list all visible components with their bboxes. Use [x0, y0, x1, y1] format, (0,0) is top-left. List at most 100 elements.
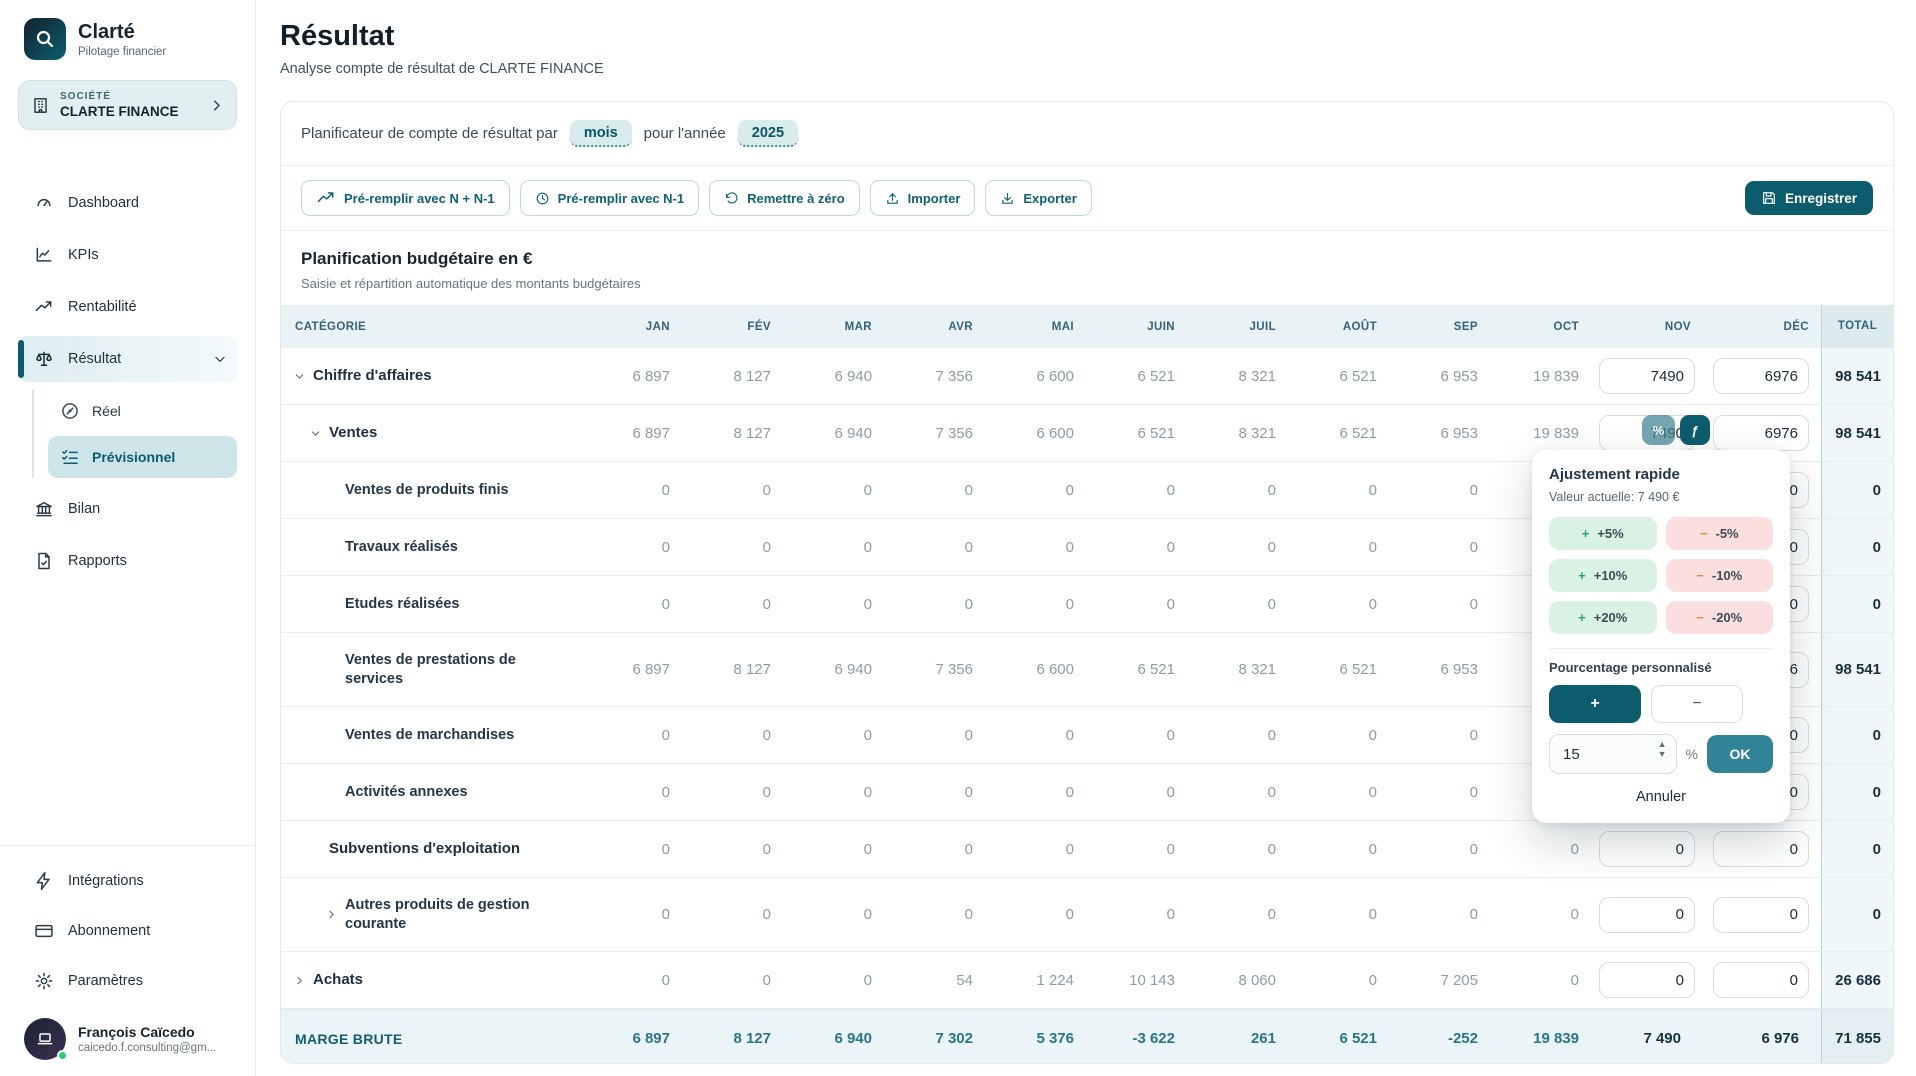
dec-input[interactable]	[1713, 831, 1809, 867]
month-value: 0	[682, 841, 783, 858]
chevron-right-icon[interactable]	[325, 908, 341, 921]
toolbar-button-0[interactable]: Pré-remplir avec N + N-1	[301, 180, 510, 216]
custom-percentage-input[interactable]	[1550, 746, 1620, 763]
period-selector-badge[interactable]: mois	[570, 120, 632, 147]
footer-month-value: -252	[1389, 1030, 1490, 1047]
month-value: 0	[985, 906, 1086, 923]
minus-icon: −	[1696, 568, 1704, 583]
chevron-right-icon[interactable]	[293, 974, 309, 987]
month-value: 0	[1389, 841, 1490, 858]
month-value: 0	[682, 596, 783, 613]
cancel-link[interactable]: Annuler	[1549, 789, 1773, 805]
toolbar-button-2[interactable]: Remettre à zéro	[709, 180, 860, 216]
quick-adjust-minus5pct[interactable]: −-5%	[1666, 517, 1774, 550]
month-value: 0	[1288, 727, 1389, 744]
month-value: 10 143	[1086, 972, 1187, 989]
spinner-down-icon[interactable]: ▼	[1658, 750, 1667, 759]
sidebar-subitem-reel[interactable]: Réel	[48, 390, 237, 432]
toolbar-button-3[interactable]: Importer	[870, 180, 976, 216]
save-icon	[1761, 190, 1777, 206]
dec-input[interactable]	[1713, 897, 1809, 933]
toolbar-button-label: Pré-remplir avec N-1	[558, 191, 684, 206]
nov-input[interactable]	[1599, 831, 1695, 867]
nov-cell	[1591, 358, 1703, 394]
sidebar-item-parametres[interactable]: Paramètres	[18, 958, 237, 1004]
column-header-total: TOTAL	[1821, 305, 1893, 348]
toolbar-button-label: Exporter	[1023, 191, 1076, 206]
year-selector-badge[interactable]: 2025	[738, 120, 798, 147]
month-value: 0	[884, 841, 985, 858]
quick-adjust-plus5pct[interactable]: ++5%	[1549, 517, 1657, 550]
save-button[interactable]: Enregistrer	[1745, 181, 1873, 215]
total-value: 98 541	[1821, 405, 1893, 461]
plus-icon: +	[1578, 568, 1586, 583]
sidebar-subitem-label: Réel	[92, 403, 121, 419]
month-value: 6 953	[1389, 425, 1490, 442]
sidebar-item-integrations[interactable]: Intégrations	[18, 858, 237, 904]
quick-adjust-plus10pct[interactable]: ++10%	[1549, 559, 1657, 592]
company-selector[interactable]: SOCIÉTÉ CLARTE FINANCE	[18, 80, 237, 130]
sidebar-item-resultat[interactable]: Résultat	[18, 336, 237, 382]
month-value: 0	[1187, 727, 1288, 744]
sidebar-item-bilan[interactable]: Bilan	[18, 486, 237, 532]
category-label: Ventes	[329, 423, 377, 443]
chevron-down-icon[interactable]	[309, 427, 325, 440]
upload-icon	[885, 191, 900, 206]
sidebar-item-rentabilite[interactable]: Rentabilité	[18, 284, 237, 330]
dec-input[interactable]	[1713, 962, 1809, 998]
nov-cell	[1591, 962, 1703, 998]
month-value: 0	[682, 539, 783, 556]
month-value: 0	[985, 596, 1086, 613]
sidebar-bottom-nav: IntégrationsAbonnement Paramètres	[0, 846, 255, 1008]
dec-input[interactable]	[1713, 358, 1809, 394]
column-header-mar: MAR	[783, 321, 884, 333]
footer-dec-value: 6 976	[1703, 1030, 1821, 1047]
category-cell: Subventions d'exploitation	[281, 839, 581, 859]
month-value: 0	[783, 784, 884, 801]
sidebar-subitem-previsionnel[interactable]: Prévisionnel	[48, 436, 237, 478]
column-header-juin: JUIN	[1086, 321, 1187, 333]
nov-input[interactable]	[1599, 897, 1695, 933]
dec-input[interactable]	[1713, 415, 1809, 451]
total-value: 98 541	[1821, 633, 1893, 706]
custom-minus-button[interactable]: −	[1651, 685, 1743, 723]
month-value: 7 205	[1389, 972, 1490, 989]
quick-adjust-plus20pct[interactable]: ++20%	[1549, 601, 1657, 634]
quick-adjust-minus10pct[interactable]: −-10%	[1666, 559, 1774, 592]
formula-button[interactable]: ƒ	[1680, 415, 1710, 445]
total-value: 0	[1821, 878, 1893, 951]
footer-month-value: 5 376	[985, 1030, 1086, 1047]
app-logo-row: Clarté Pilotage financier	[0, 0, 255, 74]
quick-adjust-minus20pct[interactable]: −-20%	[1666, 601, 1774, 634]
toolbar-button-1[interactable]: Pré-remplir avec N-1	[520, 180, 699, 216]
sidebar-item-label: Paramètres	[68, 973, 227, 989]
toolbar-button-4[interactable]: Exporter	[985, 180, 1091, 216]
month-value: 0	[1389, 482, 1490, 499]
sidebar-item-kpis[interactable]: KPIs	[18, 232, 237, 278]
sidebar-item-rapports[interactable]: Rapports	[18, 538, 237, 584]
sidebar-item-dashboard[interactable]: Dashboard	[18, 180, 237, 226]
scale-icon	[34, 349, 54, 369]
user-profile[interactable]: François Caïcedo caicedo.f.consulting@gm…	[0, 1008, 255, 1076]
magnifier-icon	[33, 27, 57, 51]
table-header-row: CATÉGORIEJANFÉVMARAVRMAIJUINJUILAOÛTSEPO…	[281, 305, 1893, 348]
spinner-up-icon[interactable]: ▲	[1658, 740, 1667, 749]
month-value: 0	[1288, 596, 1389, 613]
total-value: 0	[1821, 576, 1893, 632]
nov-input[interactable]	[1599, 358, 1695, 394]
ok-button[interactable]: OK	[1707, 735, 1773, 773]
chevron-down-icon[interactable]	[293, 370, 309, 383]
nov-input[interactable]	[1599, 962, 1695, 998]
month-value: 0	[985, 727, 1086, 744]
month-value: 8 321	[1187, 425, 1288, 442]
toolbar-button-label: Importer	[908, 191, 961, 206]
percent-adjust-button[interactable]: %	[1642, 415, 1675, 445]
sidebar-item-abonnement[interactable]: Abonnement	[18, 908, 237, 954]
month-value: 0	[682, 482, 783, 499]
checklist-icon	[60, 447, 80, 467]
company-label: SOCIÉTÉ	[60, 91, 199, 102]
page-subtitle: Analyse compte de résultat de CLARTE FIN…	[280, 61, 1894, 77]
trending-up-icon	[34, 297, 54, 317]
quick-adjust-label: -5%	[1715, 526, 1738, 541]
custom-plus-button[interactable]: +	[1549, 685, 1641, 723]
